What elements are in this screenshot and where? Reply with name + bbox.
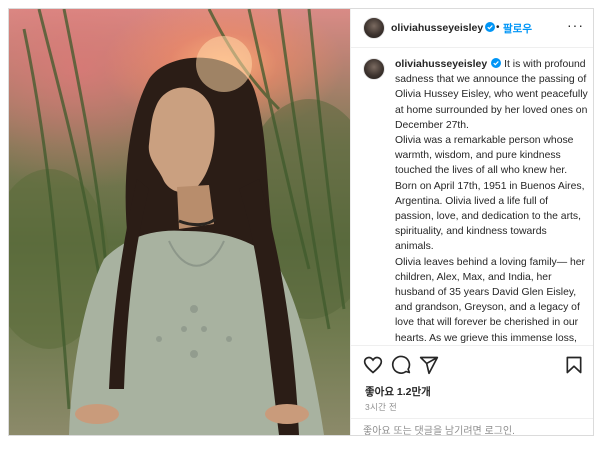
verified-badge-icon [485, 22, 496, 32]
caption-username[interactable]: oliviahusseyeisley [395, 58, 487, 70]
avatar[interactable] [363, 17, 385, 39]
verified-badge-icon [491, 58, 502, 68]
login-prompt-link[interactable]: 좋아요 또는 댓글을 남기려면 로그인. [363, 422, 515, 435]
more-options-icon[interactable]: ··· [567, 17, 584, 33]
likes-count[interactable]: 좋아요 1.2만개 [365, 384, 431, 399]
caption-avatar[interactable] [363, 58, 385, 80]
separator-dot: • [496, 22, 500, 33]
post-side-panel: oliviahusseyeisley • 팔로우 ··· oliviahusse… [350, 9, 593, 435]
follow-button[interactable]: 팔로우 [503, 21, 532, 36]
heart-icon[interactable] [363, 355, 383, 375]
bookmark-icon[interactable] [564, 355, 584, 375]
post-photo[interactable] [9, 9, 350, 435]
caption-paragraph-3: Olivia leaves behind a loving family— he… [395, 256, 586, 344]
username-link[interactable]: oliviahusseyeisley [391, 22, 496, 34]
instagram-post: oliviahusseyeisley • 팔로우 ··· oliviahusse… [8, 8, 594, 436]
username-text[interactable]: oliviahusseyeisley [391, 22, 483, 34]
portrait-illustration [9, 9, 350, 435]
post-timestamp[interactable]: 3시간 전 [365, 401, 397, 413]
post-header: oliviahusseyeisley • 팔로우 ··· [351, 9, 593, 48]
action-bar: 좋아요 1.2만개 3시간 전 좋아요 또는 댓글을 남기려면 로그인. [351, 345, 593, 435]
comment-icon[interactable] [391, 355, 411, 375]
login-prompt-bar: 좋아요 또는 댓글을 남기려면 로그인. [351, 418, 593, 435]
paper-plane-icon[interactable] [419, 355, 439, 375]
caption-text: oliviahusseyeisley It is with profound s… [395, 57, 588, 344]
caption-paragraph-2: Olivia was a remarkable person whose war… [395, 135, 585, 253]
caption-area[interactable]: oliviahusseyeisley It is with profound s… [351, 48, 593, 344]
